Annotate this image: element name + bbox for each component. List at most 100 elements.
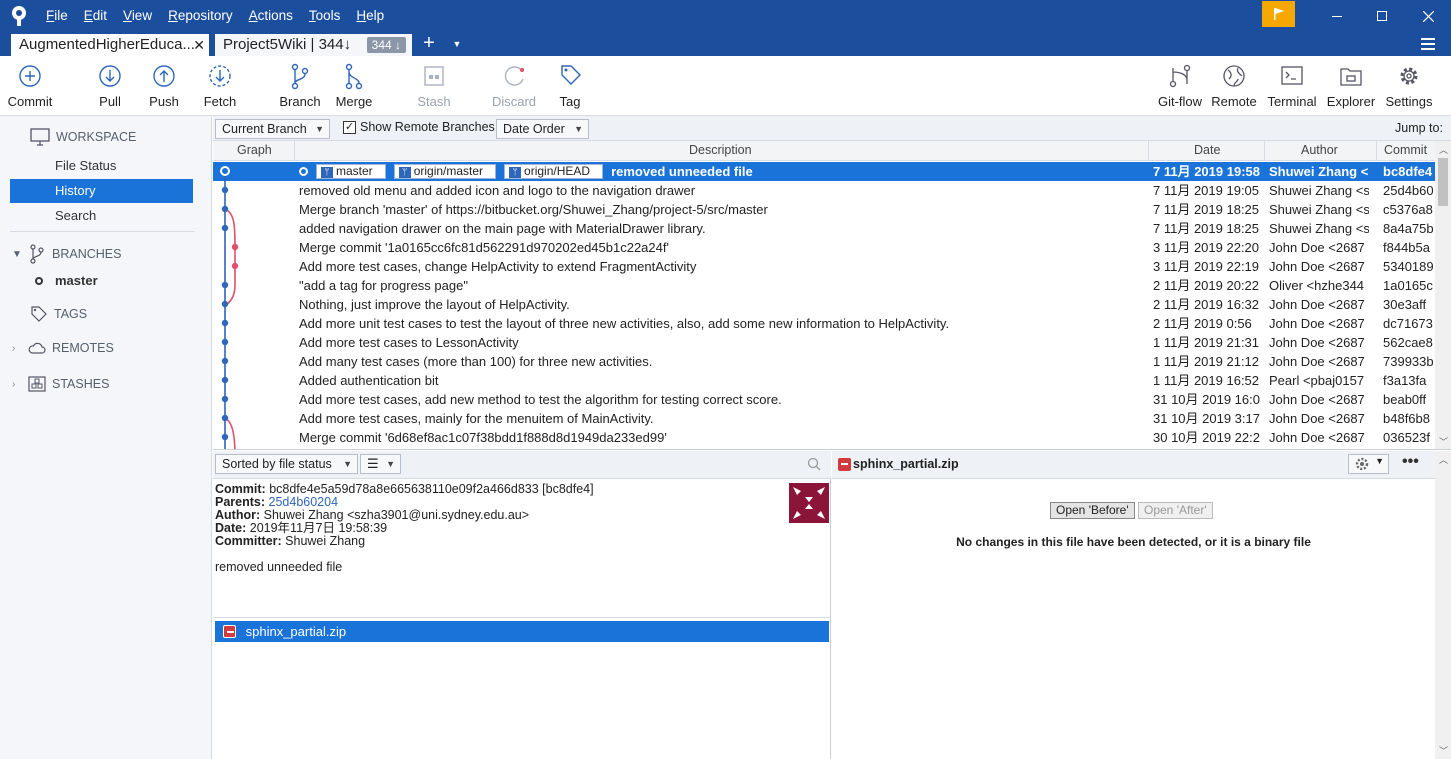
tab-close-icon[interactable]: ✕ — [193, 34, 205, 56]
menu-file[interactable]: File — [38, 0, 76, 32]
file-removed-icon — [838, 458, 851, 471]
menu-actions[interactable]: Actions — [241, 0, 301, 32]
tab-list-dropdown[interactable]: ▼ — [450, 35, 464, 53]
tab-augmented-higher-education[interactable]: AugmentedHigherEduca... ✕ — [11, 34, 209, 56]
ref-tag-master[interactable]: ᛘ master — [316, 164, 386, 179]
chevron-down-icon: ▼ — [12, 248, 22, 260]
tab-project5wiki[interactable]: Project5Wiki | 344↓ 344 ↓ — [215, 34, 412, 56]
close-button[interactable] — [1405, 0, 1451, 32]
commit-row[interactable]: removed old menu and added icon and logo… — [213, 181, 1435, 200]
discard-button[interactable]: Discard — [484, 62, 544, 109]
commit-row[interactable]: Merge branch 'master' of https://bitbuck… — [213, 200, 1435, 219]
remote-button[interactable]: Remote — [1204, 62, 1264, 109]
merge-button[interactable]: Merge — [324, 62, 384, 109]
commit-row[interactable]: Add more unit test cases to test the lay… — [213, 314, 1435, 333]
menu-view[interactable]: View — [115, 0, 160, 32]
gitflow-button[interactable]: Git-flow — [1150, 62, 1210, 109]
tag-button[interactable]: Tag — [540, 62, 600, 109]
column-header-description[interactable]: Description — [689, 143, 752, 157]
column-header-author[interactable]: Author — [1301, 143, 1338, 157]
remote-label: Remote — [1211, 94, 1257, 109]
commit-row[interactable]: Merge commit '6d68ef8ac1c07f38bdd1f888d8… — [213, 428, 1435, 447]
show-remote-branches-checkbox[interactable]: ✓ Show Remote Branches — [343, 120, 495, 134]
diff-options-button[interactable]: ▼ — [1348, 454, 1389, 474]
stashes-header[interactable]: › STASHES — [12, 376, 109, 392]
menu-tools[interactable]: Tools — [301, 0, 349, 32]
chevron-down-icon: ▼ — [386, 459, 395, 469]
search-icon — [807, 457, 821, 471]
parent-hash-link[interactable]: 25d4b60204 — [269, 495, 339, 509]
commit-author-cell: John Doe <2687 — [1269, 297, 1365, 312]
commit-row[interactable]: "add a tag for progress page" 2 11月 2019 … — [213, 276, 1435, 295]
branch-filter-select[interactable]: Current Branch ▼ — [215, 119, 330, 139]
ref-tag-origin-head[interactable]: ᛘ origin/HEAD — [504, 164, 604, 179]
menu-repository[interactable]: Repository — [160, 0, 241, 32]
commit-author-cell: John Doe <2687 — [1269, 259, 1365, 274]
push-button[interactable]: Push — [134, 62, 194, 109]
settings-label: Settings — [1385, 94, 1433, 109]
commit-hash-cell: 1a0165c — [1383, 278, 1433, 293]
fetch-button[interactable]: Fetch — [190, 62, 250, 109]
minimize-button[interactable] — [1314, 0, 1360, 32]
history-scrollbar[interactable]: ︿ ﹀ — [1435, 141, 1451, 449]
hamburger-menu-button[interactable] — [1421, 37, 1437, 51]
scroll-thumb[interactable] — [1438, 158, 1448, 206]
commit-date-cell: 2 11月 2019 0:56 — [1153, 316, 1252, 331]
commit-row[interactable]: added navigation drawer on the main page… — [213, 219, 1435, 238]
branches-header[interactable]: ▼ BRANCHES — [12, 244, 121, 264]
commit-row[interactable]: Add many test cases (more than 100) for … — [213, 352, 1435, 371]
commit-row-selected[interactable]: ᛘ master ᛘ origin/master ᛘ origin/HEAD removed… — [213, 162, 1435, 181]
ref-tag-origin-master[interactable]: ᛘ origin/master — [393, 164, 497, 179]
tag-icon — [561, 65, 581, 85]
stash-button[interactable]: Stash — [404, 62, 464, 109]
changed-file-name: sphinx_partial.zip — [245, 624, 347, 639]
commit-hash-cell: beab0ff — [1383, 392, 1427, 407]
tags-header[interactable]: TAGS — [30, 305, 87, 323]
file-view-mode-select[interactable]: ☰ ▼ — [360, 454, 401, 474]
file-sort-select[interactable]: Sorted by file status ▼ — [215, 454, 358, 474]
maximize-button[interactable] — [1359, 0, 1405, 32]
commit-author-cell: Pearl <pbaj0157 — [1269, 373, 1365, 388]
chevron-down-icon: ▼ — [1375, 456, 1384, 466]
commit-button[interactable]: Commit — [0, 62, 60, 109]
scroll-down-arrow-icon[interactable]: ﹀ — [1439, 744, 1448, 757]
new-tab-button[interactable]: + — [420, 32, 438, 56]
scroll-up-arrow-icon[interactable]: ︿ — [1439, 143, 1448, 156]
open-before-button[interactable]: Open 'Before' — [1050, 502, 1135, 519]
terminal-button[interactable]: Terminal — [1262, 62, 1322, 109]
diff-scrollbar[interactable]: ︿ ﹀ — [1435, 451, 1451, 759]
branch-button[interactable]: Branch — [270, 62, 330, 109]
workspace-header[interactable]: WORKSPACE — [30, 128, 136, 146]
sidebar-item-file-status[interactable]: File Status — [10, 154, 193, 178]
commit-row[interactable]: Add more test cases to LessonActivity 1 1… — [213, 333, 1435, 352]
sidebar-item-branch-master[interactable]: master — [35, 273, 98, 288]
scroll-down-arrow-icon[interactable]: ﹀ — [1439, 435, 1448, 448]
changed-file-row[interactable]: sphinx_partial.zip — [215, 621, 829, 642]
commit-row[interactable]: Add more test cases, mainly for the menu… — [213, 409, 1435, 428]
column-header-commit[interactable]: Commit — [1384, 143, 1427, 157]
commit-row[interactable]: Add more test cases, change HelpActivity… — [213, 257, 1435, 276]
column-header-date[interactable]: Date — [1194, 143, 1220, 157]
menu-edit[interactable]: Edit — [76, 0, 115, 32]
sidebar-item-search[interactable]: Search — [10, 204, 193, 228]
commit-row[interactable]: Nothing, just improve the layout of Help… — [213, 295, 1435, 314]
more-options-button[interactable]: ••• — [1402, 453, 1419, 471]
commit-row[interactable]: Add more test cases, add new method to t… — [213, 390, 1435, 409]
chevron-down-icon: ▼ — [452, 39, 462, 49]
settings-button[interactable]: Settings — [1379, 62, 1439, 109]
column-header-graph[interactable]: Graph — [237, 143, 272, 157]
scroll-up-arrow-icon[interactable]: ︿ — [1439, 453, 1448, 466]
menu-help[interactable]: Help — [348, 0, 392, 32]
pull-button[interactable]: Pull — [80, 62, 140, 109]
flag-button[interactable] — [1262, 1, 1295, 27]
commit-row[interactable]: Added authentication bit 1 11月 2019 16:52… — [213, 371, 1435, 390]
open-after-button[interactable]: Open 'After' — [1138, 502, 1213, 519]
sidebar-item-history[interactable]: History — [10, 179, 193, 203]
remotes-header[interactable]: › REMOTES — [12, 341, 114, 355]
commit-row[interactable]: Merge commit '1a0165cc6fc81d562291d97020… — [213, 238, 1435, 257]
file-search-button[interactable] — [807, 457, 821, 474]
commit-author-cell: John Doe <2687 — [1269, 316, 1365, 331]
terminal-icon — [1281, 66, 1303, 85]
explorer-button[interactable]: Explorer — [1321, 62, 1381, 109]
sort-order-select[interactable]: Date Order ▼ — [496, 119, 589, 139]
